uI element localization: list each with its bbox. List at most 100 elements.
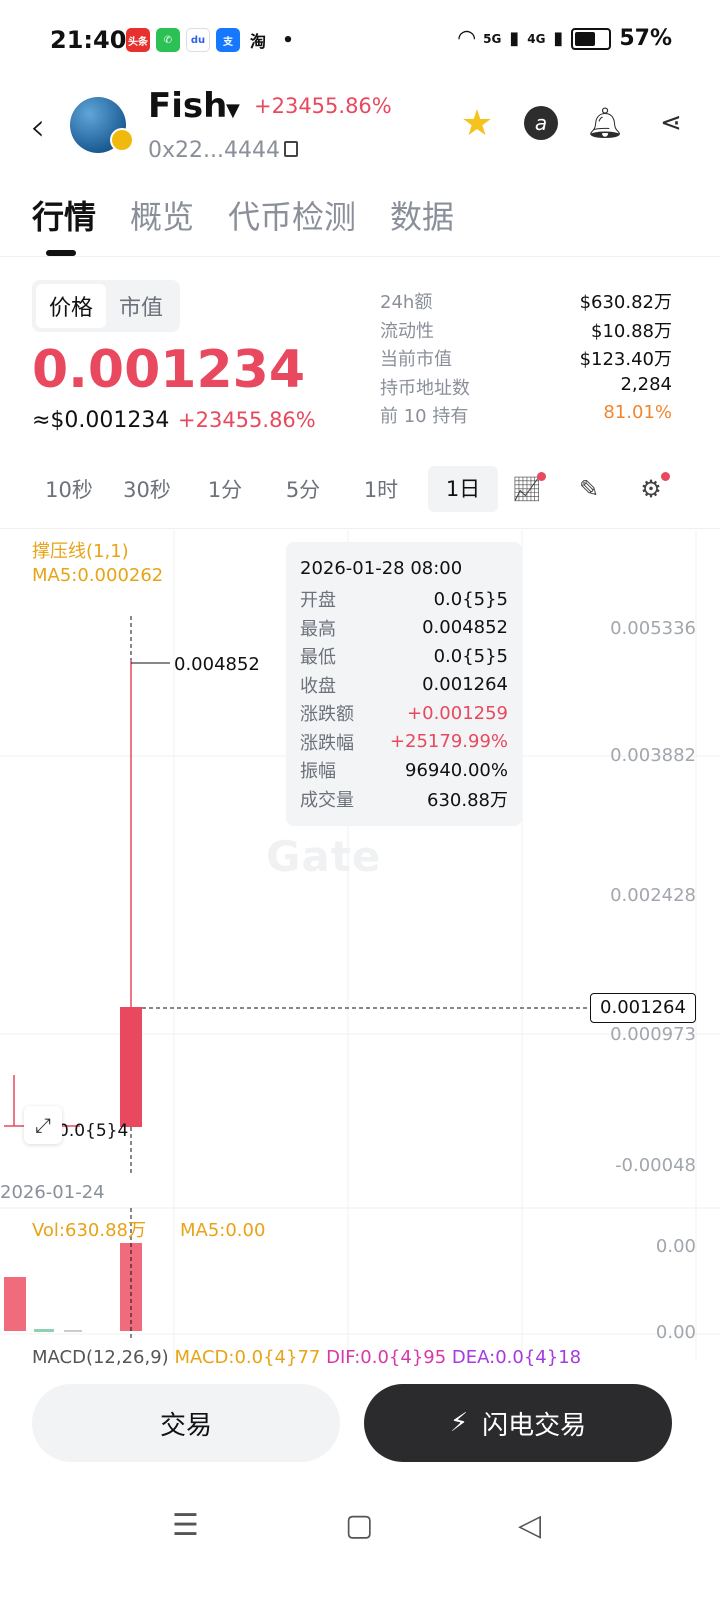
gear-icon[interactable]: ⚙ bbox=[636, 472, 670, 504]
expand-icon[interactable]: ⤢ bbox=[24, 1106, 62, 1144]
status-right: ◠ 5G ▮ 4G ▮ 57% bbox=[458, 26, 672, 51]
candle-tooltip: 2026-01-28 08:00 开盘 0.0{5}5 最高 0.004852 最低… bbox=[286, 542, 522, 826]
toggle-market-cap[interactable]: 市值 bbox=[106, 284, 176, 328]
volume-axis-label: 0.00 bbox=[655, 1322, 696, 1343]
stat-value: $10.88万 bbox=[591, 320, 672, 342]
interval-5m[interactable]: 5分 bbox=[264, 474, 342, 504]
low-price-label: 0.0{5}4 bbox=[58, 1121, 129, 1141]
tooltip-value: 0.001264 bbox=[422, 674, 508, 696]
tooltip-label: 最低 bbox=[300, 647, 336, 669]
tooltip-row: 收盘 0.001264 bbox=[300, 671, 508, 700]
y-axis-label: 0.002428 bbox=[610, 885, 696, 906]
gate-watermark: Gate bbox=[266, 832, 382, 881]
alipay-app-icon: 支 bbox=[216, 28, 240, 52]
signal-bars-icon: ▮ bbox=[509, 28, 520, 49]
stat-label: 前 10 持有 bbox=[380, 406, 469, 427]
price-mcap-toggle: 价格 市值 bbox=[32, 280, 180, 332]
macd-value: MACD:0.0{4}77 bbox=[174, 1347, 321, 1368]
back-nav-icon[interactable]: ◁ bbox=[518, 1508, 541, 1543]
trade-button[interactable]: 交易 bbox=[32, 1384, 340, 1462]
stat-row: 持币地址数 2,284 bbox=[380, 374, 672, 403]
a-icon[interactable]: a bbox=[524, 106, 558, 140]
stat-row: 流动性 $10.88万 bbox=[380, 317, 672, 346]
indicator-icon[interactable]: 📈︎ bbox=[512, 472, 546, 504]
stat-label: 流动性 bbox=[380, 320, 434, 342]
star-icon[interactable]: ★ bbox=[458, 103, 496, 144]
tab-overview[interactable]: 概览 bbox=[130, 192, 194, 238]
usd-change: +23455.86% bbox=[178, 408, 316, 432]
tooltip-label: 涨跌额 bbox=[300, 704, 354, 726]
menu-nav-icon[interactable]: ☰ bbox=[172, 1508, 199, 1543]
volume-bar bbox=[64, 1330, 82, 1332]
stat-label: 当前市值 bbox=[380, 349, 452, 370]
back-icon[interactable]: ‹ bbox=[30, 105, 45, 149]
tooltip-label: 收盘 bbox=[300, 675, 336, 697]
macd-name: MACD(12,26,9) bbox=[32, 1347, 169, 1368]
copy-icon[interactable] bbox=[284, 141, 298, 157]
tooltip-row: 涨跌额 +0.001259 bbox=[300, 699, 508, 728]
dea-value: DEA:0.0{4}18 bbox=[451, 1347, 582, 1368]
bell-icon[interactable]: 🔔︎ bbox=[586, 104, 624, 142]
tooltip-label: 开盘 bbox=[300, 590, 336, 612]
current-price: 0.001234 bbox=[32, 340, 306, 400]
y-axis-label: 0.003882 bbox=[610, 745, 696, 766]
stat-row: 前 10 持有 81.01% bbox=[380, 402, 672, 431]
token-name[interactable]: Fish bbox=[148, 86, 227, 126]
volume-value: Vol:630.88万 bbox=[32, 1220, 146, 1241]
tooltip-value: 0.004852 bbox=[422, 617, 508, 639]
interval-1h[interactable]: 1时 bbox=[342, 474, 420, 504]
tab-token-check[interactable]: 代币检测 bbox=[228, 192, 356, 238]
token-address: 0x22...4444 bbox=[148, 138, 280, 163]
notification-dot bbox=[537, 472, 546, 481]
stat-label: 持币地址数 bbox=[380, 377, 470, 399]
candle-body bbox=[120, 1007, 142, 1127]
chart-tools: 📈︎ ✎ ⚙ bbox=[512, 472, 670, 504]
token-stats: 24h额 $630.82万 流动性 $10.88万 当前市值 $123.40万 持币地… bbox=[380, 288, 672, 431]
tooltip-label: 最高 bbox=[300, 618, 336, 640]
volume-legend: Vol:630.88万 MA5:0.00 bbox=[32, 1216, 299, 1242]
chart-legend: 撑压线(1,1) MA5:0.000262 bbox=[32, 540, 163, 588]
interval-30s[interactable]: 30秒 bbox=[108, 474, 186, 504]
interval-1d[interactable]: 1日 bbox=[428, 466, 498, 512]
baidu-app-icon: du bbox=[186, 28, 210, 52]
tooltip-value: +25179.99% bbox=[389, 731, 508, 753]
tooltip-label: 成交量 bbox=[300, 789, 354, 811]
interval-1m[interactable]: 1分 bbox=[186, 474, 264, 504]
tooltip-row: 振幅 96940.00% bbox=[300, 756, 508, 785]
battery-icon bbox=[571, 27, 612, 50]
flash-trade-button[interactable]: ⚡︎ 闪电交易 bbox=[364, 1384, 672, 1462]
stat-row: 24h额 $630.82万 bbox=[380, 288, 672, 317]
share-icon[interactable]: ⋖ bbox=[652, 104, 690, 142]
tab-market[interactable]: 行情 bbox=[32, 192, 96, 238]
notification-dot bbox=[661, 472, 670, 481]
stat-value: 81.01% bbox=[603, 402, 672, 423]
home-nav-icon[interactable]: ▢ bbox=[345, 1508, 373, 1543]
volume-bar bbox=[4, 1277, 26, 1331]
signal-4g: 4G bbox=[527, 31, 546, 46]
volume-ma5: MA5:0.00 bbox=[179, 1220, 266, 1241]
interval-10s[interactable]: 10秒 bbox=[30, 474, 108, 504]
tooltip-value: +0.001259 bbox=[407, 702, 508, 724]
volume-bar bbox=[34, 1329, 54, 1332]
support-resistance-label: 撑压线(1,1) bbox=[32, 541, 129, 562]
chain-badge-icon bbox=[110, 128, 134, 152]
status-bar: 21:40 头条 ✆ du 支 淘 • ◠ 5G ▮ 4G ▮ 57% bbox=[0, 0, 720, 80]
tooltip-row: 涨跌幅 +25179.99% bbox=[300, 728, 508, 757]
more-dot: • bbox=[282, 29, 294, 51]
tooltip-row: 最高 0.004852 bbox=[300, 614, 508, 643]
lightning-icon: ⚡︎ bbox=[449, 1408, 469, 1438]
phone-app-icon: ✆ bbox=[156, 28, 180, 52]
header-actions: ★ a 🔔︎ ⋖ bbox=[458, 103, 690, 144]
toggle-price[interactable]: 价格 bbox=[36, 284, 106, 328]
tooltip-value: 0.0{5}5 bbox=[433, 645, 508, 667]
pencil-icon[interactable]: ✎ bbox=[574, 474, 604, 504]
tab-data[interactable]: 数据 bbox=[390, 192, 454, 238]
token-change: +23455.86% bbox=[254, 94, 392, 118]
main-tabs: 行情 概览 代币检测 数据 bbox=[32, 192, 454, 238]
tooltip-row: 成交量 630.88万 bbox=[300, 785, 508, 814]
y-axis-label: 0.000973 bbox=[610, 1024, 696, 1045]
chevron-down-icon[interactable]: ▼ bbox=[226, 100, 240, 121]
wifi-icon: ◠ bbox=[458, 26, 476, 51]
taobao-app-icon: 淘 bbox=[249, 32, 266, 51]
tooltip-label: 涨跌幅 bbox=[300, 732, 354, 754]
